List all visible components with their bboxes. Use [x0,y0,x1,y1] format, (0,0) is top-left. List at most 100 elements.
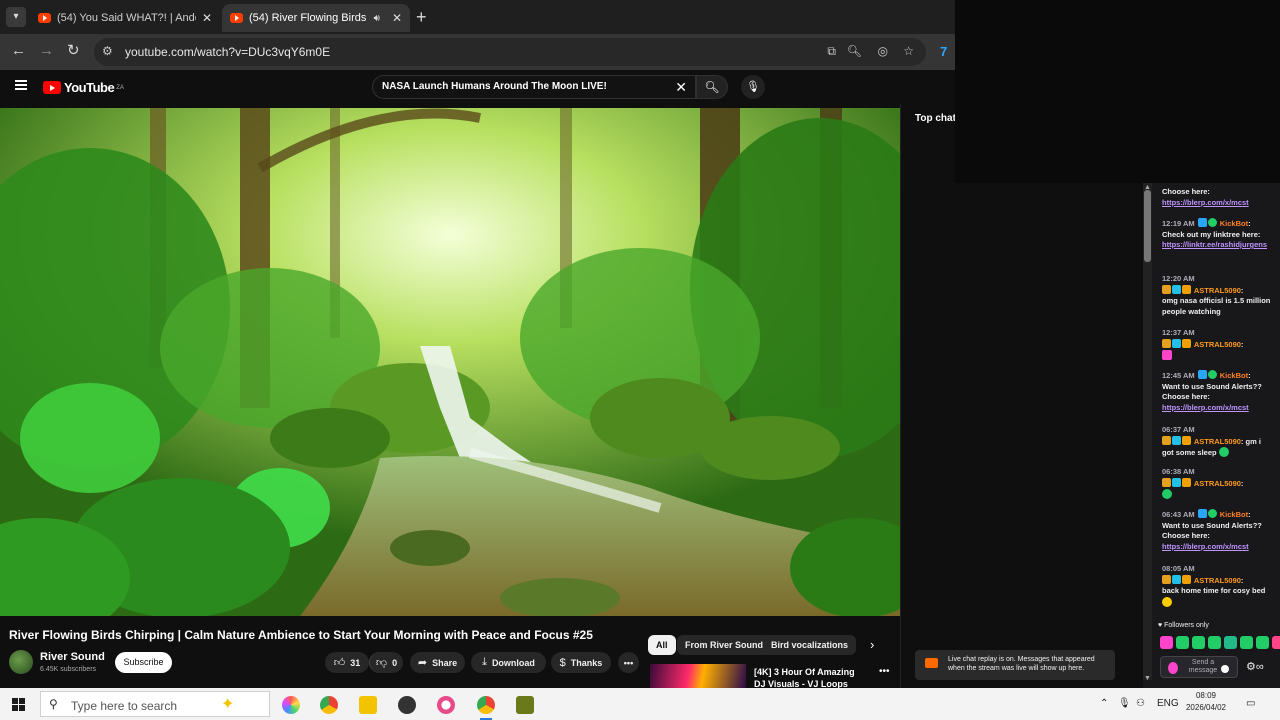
search-input[interactable]: NASA Launch Humans Around The Moon LIVE!… [372,75,696,99]
subscriber-badge-icon [1172,477,1181,487]
chat-link[interactable]: https://linktr.ee/rashidjurgens [1162,240,1267,249]
speaker-icon[interactable]: 🔊︎ [374,13,380,24]
notification-icon[interactable]: ▭ [1246,698,1255,709]
clear-search-icon[interactable]: ✕ [675,79,687,96]
bookmark-star-icon[interactable]: ☆ [903,44,914,58]
more-vertical-icon[interactable]: ••• [879,666,890,677]
search-button[interactable]: 🔍︎ [696,75,728,99]
windows-start-icon[interactable] [12,698,25,711]
chrome-app-icon[interactable] [320,696,338,714]
video-frame-forest-waterfall [0,108,900,616]
chat-message-input[interactable]: Send a message [1160,656,1238,678]
crown-badge-icon [1162,338,1171,348]
microphone-icon[interactable]: 🎙︎ [1118,698,1131,709]
chat-username[interactable]: KickBot [1220,371,1248,380]
like-count: 31 [350,657,361,668]
url-text[interactable]: youtube.com/watch?v=DUc3vqY6m0E [125,45,330,59]
channel-name[interactable]: River Sound [40,651,105,663]
chat-message: 06:38 AM ASTRAL5090: [1162,467,1274,501]
gift-badge-icon [1182,338,1191,348]
emote-picker-icon[interactable] [1221,665,1229,673]
chat-link[interactable]: https://blerp.com/x/mcst [1162,403,1249,412]
chat-link[interactable]: https://blerp.com/x/mcst [1162,542,1249,551]
emote-icon[interactable] [1192,636,1205,649]
tab-title: (54) River Flowing Birds Chi [249,12,370,24]
address-bar[interactable]: ⚙ youtube.com/watch?v=DUc3vqY6m0E ⧉ 🔍︎ ◎… [94,38,926,66]
emote-icon [1162,596,1172,607]
copilot-app-icon[interactable] [282,696,300,714]
zoom-icon[interactable]: 🔍︎ [847,44,862,58]
chat-scrollbar-thumb[interactable] [1144,190,1151,262]
reload-icon[interactable]: ↻ [67,42,80,60]
extension-icon[interactable]: 7 [940,44,947,59]
chrome-app-icon-active[interactable] [477,696,495,720]
dislike-button[interactable]: 👎︎ 0 [369,652,403,673]
emote-icon[interactable] [1160,636,1173,649]
gift-badge-icon [1182,435,1191,445]
new-tab-button[interactable]: + [416,7,427,27]
chat-username[interactable]: ASTRAL5090 [1194,340,1241,349]
browser-tab[interactable]: (54) You Said WHAT?! | Anderso ✕ [30,4,220,32]
browser-tab-active[interactable]: (54) River Flowing Birds Chi 🔊︎ ✕ [222,4,410,32]
youtube-chat-panel [900,104,1143,688]
verified-badge-icon [1197,218,1207,227]
menu-icon[interactable] [15,80,27,90]
taskbar-clock[interactable]: 08:09 2026/04/02 [1184,690,1228,714]
chat-time: 12:37 AM [1162,328,1195,337]
video-player[interactable] [0,108,900,616]
chat-username[interactable]: ASTRAL5090 [1194,576,1241,585]
chat-time: 12:20 AM [1162,274,1195,283]
chat-username[interactable]: KickBot [1220,510,1248,519]
chat-username[interactable]: ASTRAL5090 [1194,437,1241,446]
chat-username[interactable]: ASTRAL5090 [1194,286,1241,295]
subscribe-button[interactable]: Subscribe [115,652,172,673]
scroll-up-icon[interactable]: ▲ [1144,184,1151,191]
chat-username[interactable]: KickBot [1220,219,1248,228]
channel-subscriber-count: 6.45K subscribers [40,666,97,673]
chat-header-top-chat[interactable]: Top chat [915,113,956,124]
tray-chevron-icon[interactable]: ⌃ [1100,698,1108,709]
site-info-icon[interactable]: ⚙ [102,44,113,58]
voice-search-button[interactable]: 🎙︎ [741,75,765,99]
tracking-protection-icon[interactable]: ◎ [878,44,888,58]
tab-close-icon[interactable]: ✕ [202,11,212,25]
chevron-right-icon[interactable]: › [870,637,874,652]
emote-icon[interactable] [1272,636,1280,649]
emote-icon[interactable] [1224,636,1237,649]
taskbar-search-input[interactable]: ⚲ Type here to search ✦ [40,691,270,717]
network-icon[interactable]: ⚇ [1136,698,1145,709]
chip-from-channel[interactable]: From River Sound [677,635,772,655]
share-button[interactable]: ➦ Share [410,652,465,673]
chat-username[interactable]: ASTRAL5090 [1194,479,1241,488]
scroll-down-icon[interactable]: ▼ [1144,675,1151,682]
emote-icon[interactable] [1240,636,1253,649]
chip-all[interactable]: All [648,635,676,655]
chat-message: 08:05 AM ASTRAL5090: back home time for … [1162,564,1274,608]
forward-icon[interactable]: → [39,42,54,60]
back-icon[interactable]: ← [11,42,26,60]
chip-bird-vocalizations[interactable]: Bird vocalizations [763,635,857,655]
game-app-icon[interactable] [516,696,534,714]
tab-close-icon[interactable]: ✕ [392,11,402,25]
emote-icon[interactable] [1176,636,1189,649]
recommended-thumbnail[interactable] [650,664,746,688]
more-actions-button[interactable]: ••• [618,652,639,673]
like-button[interactable]: 👍︎ 31 [325,652,369,673]
emote-icon[interactable] [1208,636,1221,649]
app-icon[interactable] [437,696,455,714]
recommended-title[interactable]: [4K] 3 Hour Of Amazing DJ Visuals - VJ L… [754,666,864,690]
emote-icon[interactable] [1256,636,1269,649]
chat-settings-icon[interactable]: ⚙∞ [1246,660,1264,673]
channel-avatar[interactable] [9,650,33,674]
chat-link[interactable]: https://blerp.com/x/mcst [1162,198,1249,207]
file-explorer-icon[interactable] [359,696,377,714]
youtube-header: YouTube ZA NASA Launch Humans Around The… [0,70,955,106]
download-button[interactable]: ⤓ Download [471,652,546,673]
install-app-icon[interactable]: ⧉ [827,44,836,59]
youtube-logo[interactable]: YouTube ZA [43,80,124,95]
tab-search-button[interactable]: ▾ [6,7,26,27]
thanks-button[interactable]: $ Thanks [551,652,611,673]
language-indicator[interactable]: ENG [1157,698,1179,709]
search-query[interactable]: NASA Launch Humans Around The Moon LIVE! [382,81,607,92]
obs-app-icon[interactable] [398,696,416,714]
